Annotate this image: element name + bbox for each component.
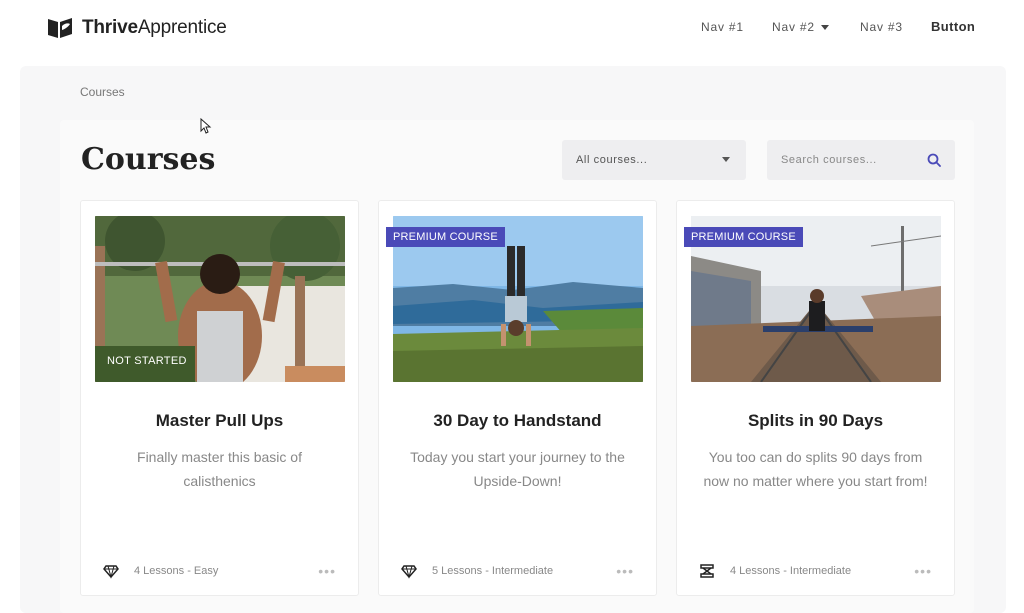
top-navbar: ThriveApprentice Nav #1 Nav #2 Nav #3 Bu… (0, 0, 1024, 60)
course-description: You too can do splits 90 days from now n… (703, 449, 928, 489)
course-filter-value: All courses... (576, 154, 648, 166)
course-card[interactable]: NOT STARTED Master Pull Ups Finally mast… (80, 200, 359, 596)
breadcrumb[interactable]: Courses (80, 85, 125, 99)
book-logo-icon (48, 18, 72, 38)
course-title[interactable]: Master Pull Ups (81, 411, 358, 431)
brand-name: ThriveApprentice (82, 17, 227, 38)
nav-button[interactable]: Button (931, 19, 975, 34)
course-description: Today you start your journey to the Upsi… (410, 449, 625, 489)
course-card[interactable]: PREMIUM COURSE Splits in 90 Days You too… (676, 200, 955, 596)
course-footer: 4 Lessons - Easy ••• (103, 563, 336, 579)
nav-item-2[interactable]: Nav #2 (772, 20, 829, 34)
page-title: Courses (81, 142, 216, 177)
search-box (767, 140, 955, 180)
more-options-icon[interactable]: ••• (318, 564, 336, 578)
course-title[interactable]: Splits in 90 Days (677, 411, 954, 431)
more-options-icon[interactable]: ••• (914, 564, 932, 578)
chevron-down-icon (820, 24, 829, 30)
course-meta: 4 Lessons - Intermediate (730, 565, 852, 577)
course-image[interactable]: NOT STARTED (95, 216, 345, 382)
diamond-icon (401, 565, 417, 579)
course-status-label: NOT STARTED (107, 355, 187, 367)
premium-course-badge: PREMIUM COURSE (386, 227, 505, 247)
course-meta: 4 Lessons - Easy (134, 565, 219, 577)
more-options-icon[interactable]: ••• (616, 564, 634, 578)
chevron-down-icon (722, 157, 730, 162)
hourglass-icon (700, 564, 714, 578)
search-input[interactable] (767, 140, 917, 180)
nav-item-1[interactable]: Nav #1 (701, 20, 744, 34)
course-meta: 5 Lessons - Intermediate (432, 565, 554, 577)
nav-item-3[interactable]: Nav #3 (860, 20, 903, 34)
search-icon[interactable] (927, 153, 941, 167)
premium-course-badge: PREMIUM COURSE (684, 227, 803, 247)
mouse-cursor-icon (200, 118, 212, 134)
course-footer: 4 Lessons - Intermediate ••• (699, 563, 932, 579)
nav-item-2-label: Nav #2 (772, 20, 815, 34)
course-title[interactable]: 30 Day to Handstand (379, 411, 656, 431)
diamond-icon (103, 565, 119, 579)
brand-logo-link[interactable]: ThriveApprentice (46, 14, 227, 42)
course-filter-select[interactable]: All courses... (562, 140, 746, 180)
course-footer: 5 Lessons - Intermediate ••• (401, 563, 634, 579)
course-description: Finally master this basic of calisthenic… (137, 449, 302, 489)
course-card[interactable]: PREMIUM COURSE 30 Day to Handstand Today… (378, 200, 657, 596)
